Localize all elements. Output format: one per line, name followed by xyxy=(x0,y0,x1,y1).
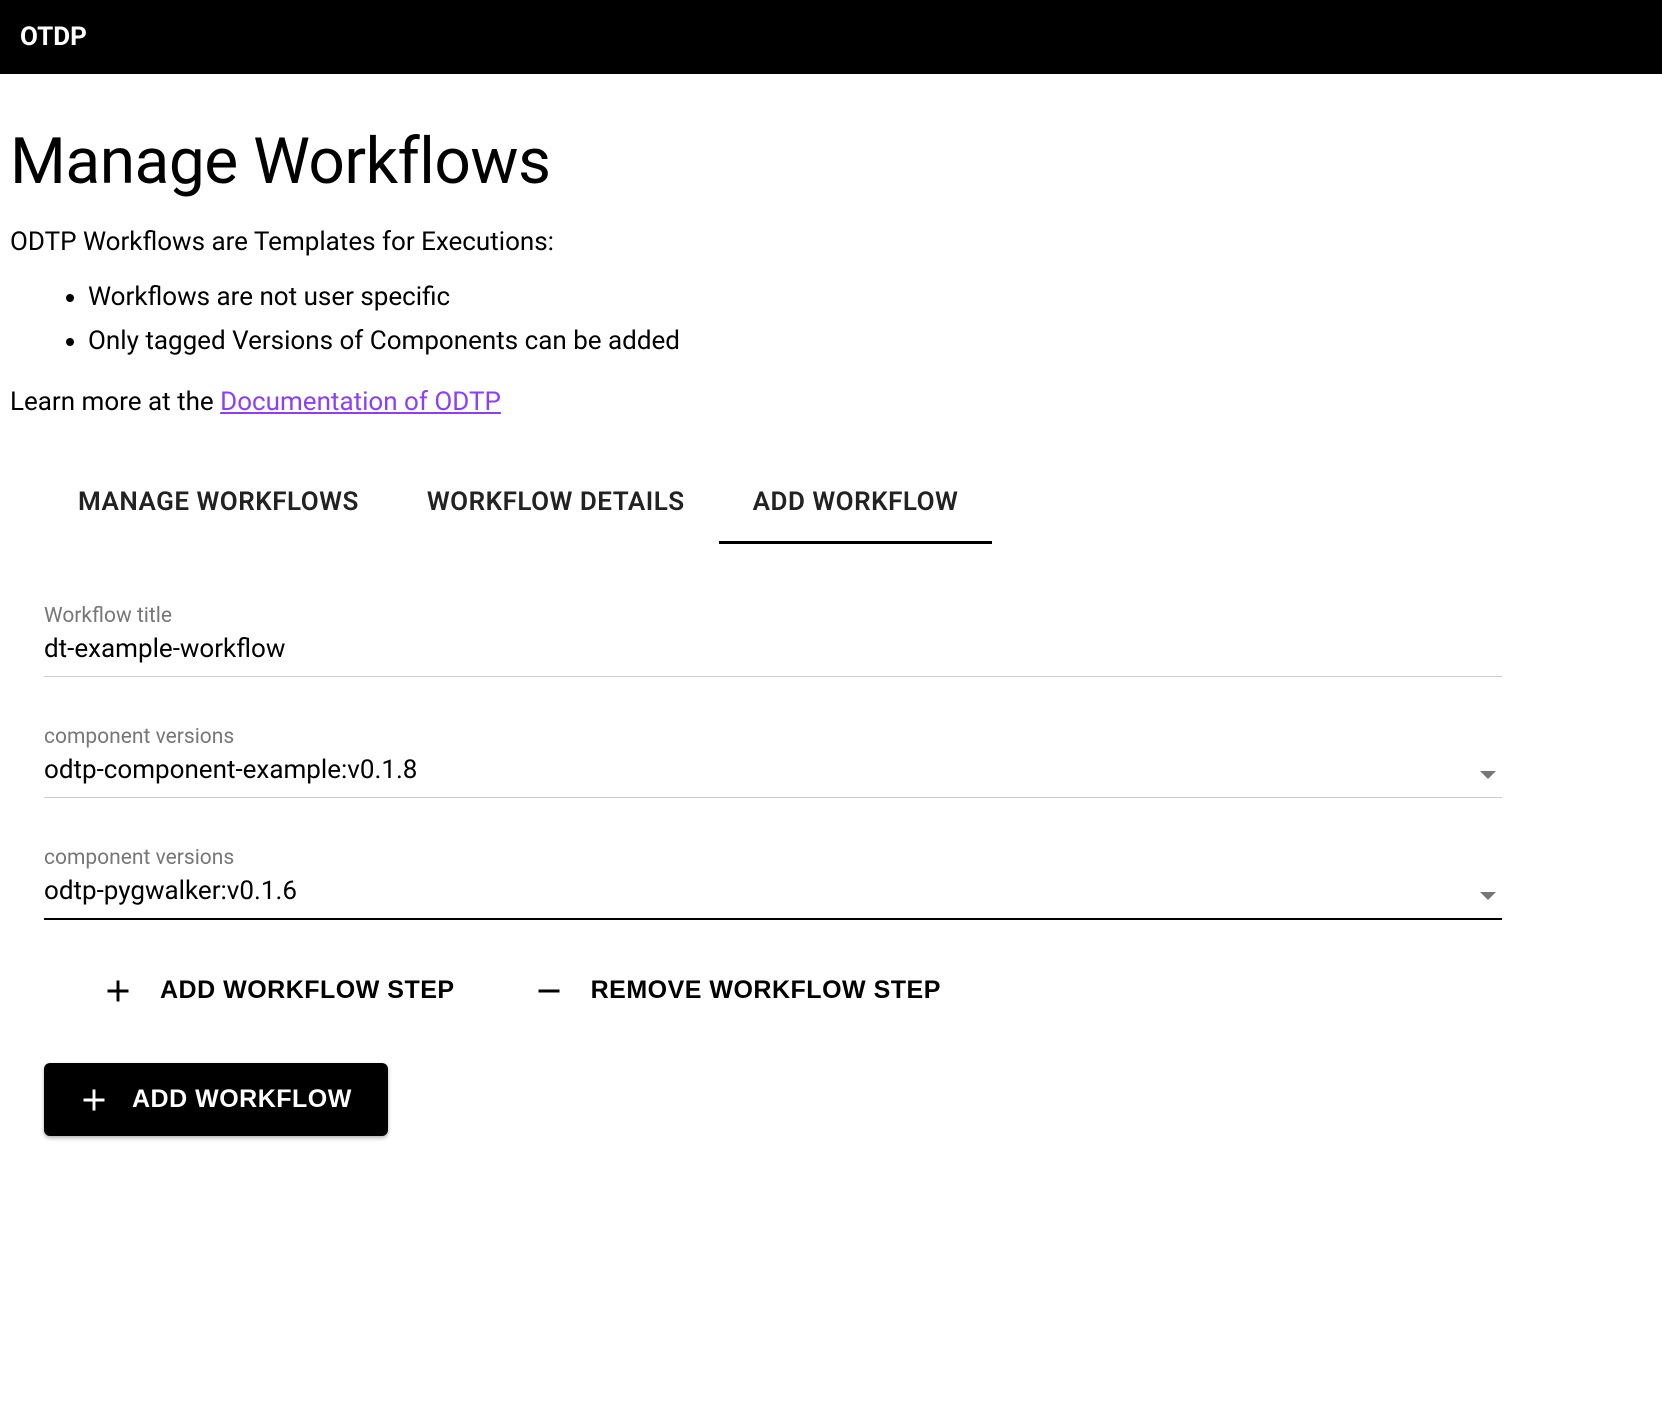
documentation-link[interactable]: Documentation of ODTP xyxy=(220,387,501,417)
minus-icon xyxy=(535,977,563,1005)
page-content: Manage Workflows ODTP Workflows are Temp… xyxy=(0,74,1662,1176)
add-step-label: ADD WORKFLOW STEP xyxy=(160,976,455,1005)
component-version-select-1[interactable]: component versions odtp-pygwalker:v0.1.6 xyxy=(44,846,1502,920)
add-workflow-step-button[interactable]: ADD WORKFLOW STEP xyxy=(104,968,455,1013)
component-version-label: component versions xyxy=(44,725,1502,749)
plus-icon xyxy=(104,977,132,1005)
learn-more-prefix: Learn more at the xyxy=(10,387,220,417)
tab-manage-workflows[interactable]: MANAGE WORKFLOWS xyxy=(44,467,393,544)
app-header: OTDP xyxy=(0,0,1662,74)
add-workflow-form: Workflow title dt-example-workflow compo… xyxy=(10,604,1652,1013)
add-workflow-submit-button[interactable]: ADD WORKFLOW xyxy=(44,1063,388,1136)
submit-label: ADD WORKFLOW xyxy=(132,1085,352,1114)
component-version-value: odtp-component-example:v0.1.8 xyxy=(44,755,1502,785)
component-version-value: odtp-pygwalker:v0.1.6 xyxy=(44,876,1502,906)
intro-bullets: Workflows are not user specific Only tag… xyxy=(10,275,1652,363)
learn-more-text: Learn more at the Documentation of ODTP xyxy=(10,387,1652,417)
remove-workflow-step-button[interactable]: REMOVE WORKFLOW STEP xyxy=(535,968,941,1013)
tab-bar: MANAGE WORKFLOWS WORKFLOW DETAILS ADD WO… xyxy=(10,467,1652,544)
page-title: Manage Workflows xyxy=(10,124,1652,199)
component-version-label: component versions xyxy=(44,846,1502,870)
chevron-down-icon xyxy=(1480,771,1496,779)
tab-add-workflow[interactable]: ADD WORKFLOW xyxy=(719,467,993,544)
component-version-select-0[interactable]: component versions odtp-component-exampl… xyxy=(44,725,1502,798)
bullet-item: Workflows are not user specific xyxy=(88,275,1652,319)
plus-icon xyxy=(80,1086,108,1114)
bullet-item: Only tagged Versions of Components can b… xyxy=(88,319,1652,363)
step-action-row: ADD WORKFLOW STEP REMOVE WORKFLOW STEP xyxy=(44,968,1502,1013)
workflow-title-field[interactable]: Workflow title dt-example-workflow xyxy=(44,604,1502,677)
intro-text: ODTP Workflows are Templates for Executi… xyxy=(10,227,1652,257)
remove-step-label: REMOVE WORKFLOW STEP xyxy=(591,976,941,1005)
tab-workflow-details[interactable]: WORKFLOW DETAILS xyxy=(393,467,719,544)
app-name: OTDP xyxy=(20,22,87,52)
workflow-title-label: Workflow title xyxy=(44,604,1502,628)
chevron-down-icon xyxy=(1480,892,1496,900)
workflow-title-value: dt-example-workflow xyxy=(44,634,1502,664)
